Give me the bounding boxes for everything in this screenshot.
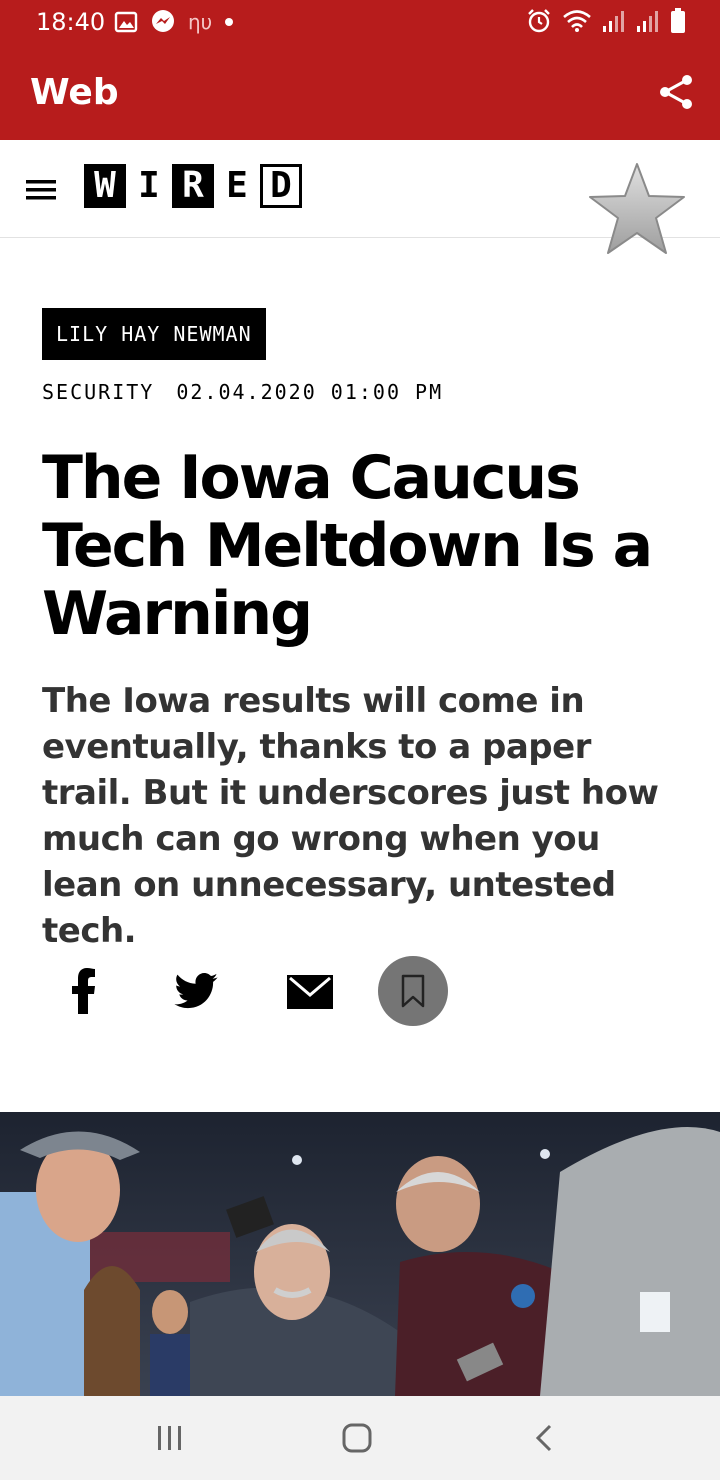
- status-time: 18:40: [36, 8, 106, 36]
- back-icon[interactable]: [525, 1418, 565, 1458]
- dot-icon: [225, 18, 234, 26]
- status-bar: 18:40 ηυ: [0, 0, 720, 44]
- section-label[interactable]: SECURITY: [42, 380, 154, 404]
- signal-icon: [603, 11, 624, 32]
- alarm-icon: [528, 9, 550, 33]
- facebook-icon: [72, 968, 95, 1014]
- share-row: [0, 956, 720, 1026]
- carrier-icon: ηυ: [188, 10, 213, 34]
- email-icon: [287, 975, 333, 1009]
- logo-letter-w: W: [84, 164, 126, 208]
- logo-letter-e: E: [226, 165, 248, 206]
- signal-icon-2: [637, 11, 658, 32]
- facebook-share-button[interactable]: [64, 966, 104, 1016]
- twitter-share-button[interactable]: [170, 968, 222, 1014]
- logo-letter-d: D: [260, 164, 302, 208]
- image-icon: [114, 11, 138, 33]
- battery-icon: [671, 8, 685, 33]
- messenger-icon: [152, 10, 174, 32]
- share-icon[interactable]: [656, 72, 696, 112]
- article-dek: The Iowa results will come in eventually…: [42, 681, 659, 951]
- star-icon[interactable]: [586, 160, 688, 260]
- caucus-photo: [0, 1112, 720, 1396]
- bookmark-icon: [401, 974, 425, 1008]
- home-icon[interactable]: [337, 1418, 377, 1458]
- system-nav-bar: [0, 1396, 720, 1480]
- article-headline: The Iowa Caucus Tech Meltdown Is a Warni…: [42, 443, 653, 649]
- logo-letter-i: I: [138, 165, 160, 206]
- app-bar: Web: [0, 44, 720, 140]
- recents-icon[interactable]: [150, 1418, 190, 1458]
- wired-logo[interactable]: W I R E D: [84, 164, 302, 208]
- twitter-icon: [174, 973, 218, 1009]
- logo-letter-r: R: [172, 164, 214, 208]
- wifi-icon: [563, 10, 591, 32]
- email-share-button[interactable]: [286, 974, 334, 1010]
- bookmark-button[interactable]: [378, 956, 448, 1026]
- app-bar-title: Web: [30, 72, 119, 113]
- author-badge[interactable]: LILY HAY NEWMAN: [42, 308, 266, 360]
- publish-date: 02.04.2020 01:00 PM: [176, 380, 444, 404]
- hamburger-menu-icon[interactable]: [26, 178, 58, 202]
- article-meta: SECURITY 02.04.2020 01:00 PM: [42, 380, 443, 404]
